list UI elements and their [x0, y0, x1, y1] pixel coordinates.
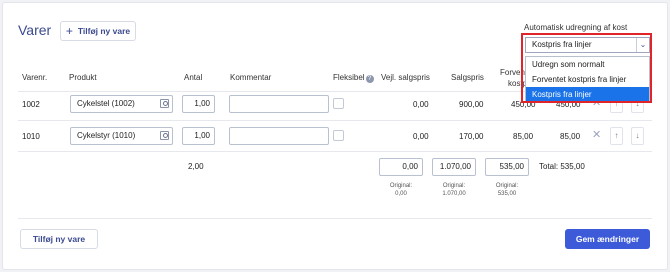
plus-icon: + — [65, 24, 73, 38]
row2-kostpris: 85,00 — [513, 132, 534, 141]
total-vejl-input[interactable]: 0,00 — [379, 158, 423, 176]
row2-product-value: Cykelstyr (1010) — [77, 131, 136, 140]
row1-product-value: Cykelstel (1002) — [77, 99, 135, 108]
original-kostpris-value: 535,00 — [497, 191, 517, 197]
original-vejl: Original: 0,00 — [379, 182, 423, 198]
col-header-vejl-salgspris: Vejl. salgspris — [381, 73, 430, 82]
row2-kostpris-2: 85,00 — [560, 132, 581, 141]
col-header-salgspris: Salgspris — [451, 73, 484, 82]
row2-varenr: 1010 — [22, 132, 40, 141]
row2-salgspris: 170,00 — [459, 132, 484, 141]
total-kostpris-input[interactable]: 535,00 — [485, 158, 529, 176]
row1-flexible-checkbox[interactable] — [333, 98, 344, 109]
highlight-box — [521, 33, 652, 103]
add-item-button-top[interactable]: + Tilføj ny vare — [60, 21, 136, 41]
original-kostpris: Original: 535,00 — [485, 182, 529, 198]
fleksibel-label: Fleksibel — [333, 73, 365, 82]
row-divider-2 — [18, 151, 652, 152]
original-label: Original: — [389, 183, 413, 189]
row2-vejl-salgspris: 0,00 — [413, 132, 429, 141]
info-icon[interactable]: ? — [365, 75, 374, 83]
row-divider-1 — [18, 120, 652, 121]
footer-divider — [18, 218, 652, 219]
original-vejl-value: 0,00 — [395, 191, 407, 197]
row1-product-input[interactable]: Cykelstel (1002) — [70, 95, 173, 113]
row2-product-input[interactable]: Cykelstyr (1010) — [70, 127, 173, 145]
search-icon[interactable] — [160, 99, 169, 108]
col-header-kommentar: Kommentar — [230, 73, 272, 82]
original-label: Original: — [442, 183, 466, 189]
col-header-antal: Antal — [184, 73, 203, 82]
original-salgspris: Original: 1.070,00 — [432, 182, 476, 198]
col-header-varenr: Varenr. — [22, 73, 48, 82]
row2-flexible-checkbox[interactable] — [333, 130, 344, 141]
row1-varenr: 1002 — [22, 100, 40, 109]
total-antal: 2,00 — [188, 162, 204, 171]
row1-quantity-input[interactable]: 1,00 — [182, 95, 215, 113]
auto-cost-label: Automatisk udregning af kost — [524, 23, 628, 32]
row2-move-up-button[interactable]: ↑ — [610, 127, 623, 145]
col-header-fleksibel: Fleksibel? — [333, 73, 374, 83]
add-item-button-bottom[interactable]: Tilføj ny vare — [20, 229, 98, 249]
row1-salgspris: 900,00 — [459, 100, 484, 109]
search-icon[interactable] — [160, 131, 169, 140]
original-label: Original: — [495, 183, 519, 189]
save-changes-button[interactable]: Gem ændringer — [565, 229, 650, 249]
add-item-label: Tilføj ny vare — [77, 26, 131, 36]
row1-comment-input[interactable] — [229, 95, 329, 113]
row2-remove-icon[interactable]: ✕ — [592, 130, 601, 141]
col-header-produkt: Produkt — [69, 73, 97, 82]
row2-quantity-input[interactable]: 1,00 — [182, 127, 215, 145]
row1-vejl-salgspris: 0,00 — [413, 100, 429, 109]
row2-comment-input[interactable] — [229, 127, 329, 145]
original-salgspris-value: 1.070,00 — [442, 191, 466, 197]
total-label: Total: 535,00 — [539, 162, 585, 171]
total-salgspris-input[interactable]: 1.070,00 — [432, 158, 476, 176]
section-title: Varer — [18, 22, 52, 38]
row2-move-down-button[interactable]: ↓ — [631, 127, 644, 145]
